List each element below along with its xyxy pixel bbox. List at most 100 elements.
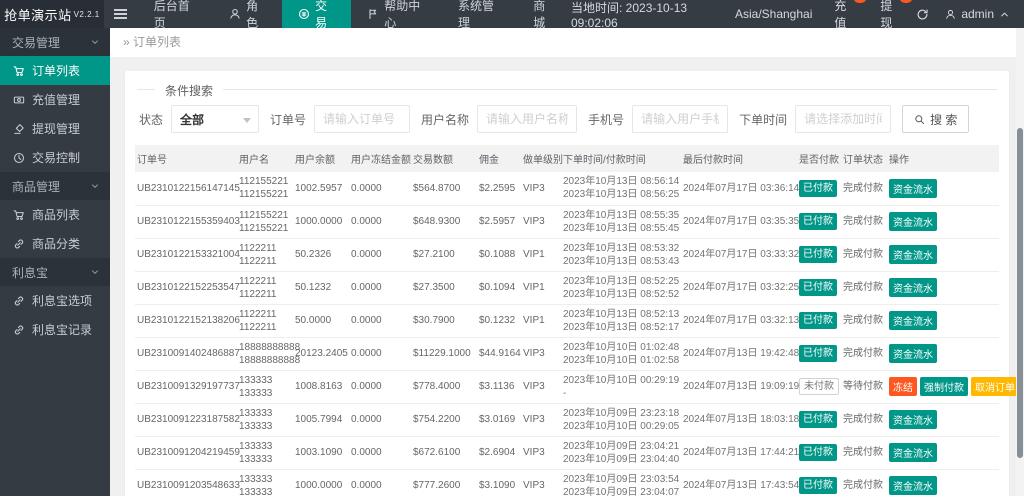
status-select[interactable]: 全部 bbox=[171, 105, 260, 133]
cell-user-name: 112155221 112155221 bbox=[237, 205, 293, 239]
cell-order-no: UB2310122153321004 bbox=[135, 238, 240, 272]
cell-order-status: 完成付款 bbox=[841, 271, 887, 305]
table-row: UB2310122152253547 1122211 1122211 50.1232 0… bbox=[135, 271, 999, 305]
action-button[interactable]: 取消订单 bbox=[971, 377, 1019, 396]
sidebar-item-0-0[interactable]: 订单列表 bbox=[0, 56, 110, 85]
nav-item-2[interactable]: 交易 bbox=[282, 0, 352, 30]
sidebar-item-0-3[interactable]: 交易控制 bbox=[0, 143, 110, 172]
pay-status-badge: 已付款 bbox=[799, 411, 837, 428]
cell-last-pay-time: 2024年07月13日 17:44:21 bbox=[681, 436, 799, 470]
cell-order-time: 2023年10月13日 08:55:35 2023年10月13日 08:55:45 bbox=[561, 205, 681, 239]
user-menu[interactable]: admin bbox=[945, 7, 1010, 21]
cell-order-status: 等待付款 bbox=[841, 370, 887, 404]
cell-frozen: 0.0000 bbox=[349, 403, 411, 437]
cell-pay-status: 已付款 bbox=[797, 403, 841, 437]
pay-status-badge: 已付款 bbox=[799, 444, 837, 461]
scrollbar-thumb[interactable] bbox=[1017, 128, 1023, 458]
cell-commission: $0.1094 bbox=[477, 271, 521, 305]
sidebar-group-1[interactable]: 商品管理 bbox=[0, 172, 110, 200]
table-row: UB2310122152138206 1122211 1122211 50.0000 0… bbox=[135, 304, 999, 338]
cell-frozen: 0.0000 bbox=[349, 436, 411, 470]
scrollbar[interactable] bbox=[1016, 28, 1024, 496]
sidebar-item-1-0[interactable]: 商品列表 bbox=[0, 200, 110, 229]
cell-user-name: 133333 133333 bbox=[237, 469, 293, 496]
cell-order-status: 完成付款 bbox=[841, 172, 887, 206]
action-button[interactable]: 强制付款 bbox=[920, 377, 968, 396]
search-button[interactable]: 搜 索 bbox=[902, 105, 970, 133]
cart-icon bbox=[13, 65, 25, 77]
cell-commission: $2.5957 bbox=[477, 205, 521, 239]
sidebar-group-0[interactable]: 交易管理 bbox=[0, 28, 110, 56]
phone-input[interactable] bbox=[632, 105, 729, 133]
action-button[interactable]: 资金流水 bbox=[889, 311, 937, 330]
cell-commission: $3.0169 bbox=[477, 403, 521, 437]
cell-level: VIP3 bbox=[521, 436, 561, 470]
action-button[interactable]: 资金流水 bbox=[889, 245, 937, 264]
sidebar-item-1-1[interactable]: 商品分类 bbox=[0, 229, 110, 258]
cell-level: VIP3 bbox=[521, 205, 561, 239]
cell-actions: 资金流水 bbox=[887, 205, 999, 239]
cell-amount: $672.6100 bbox=[411, 436, 477, 470]
menu-toggle-icon[interactable] bbox=[104, 0, 138, 28]
column-header: 下单时间/付款时间 bbox=[561, 145, 681, 172]
cell-amount: $564.8700 bbox=[411, 172, 477, 206]
pay-status-badge: 已付款 bbox=[799, 246, 837, 263]
cell-pay-status: 已付款 bbox=[797, 304, 841, 338]
local-time: 当地时间: 2023-10-13 09:02:06 bbox=[571, 0, 688, 30]
cell-last-pay-time: 2024年07月13日 17:43:54 bbox=[681, 469, 799, 496]
pay-status-badge: 未付款 bbox=[799, 378, 839, 395]
cell-user-name: 1122211 1122211 bbox=[237, 238, 293, 272]
cell-pay-status: 已付款 bbox=[797, 238, 841, 272]
search-fieldset: 条件搜索 状态 全部 订单号 用户名称 bbox=[137, 82, 997, 133]
action-button[interactable]: 资金流水 bbox=[889, 344, 937, 363]
cell-order-status: 完成付款 bbox=[841, 304, 887, 338]
refresh-icon[interactable] bbox=[916, 8, 929, 21]
cell-order-no: UB2310122156147145 bbox=[135, 172, 240, 206]
caret-down-icon bbox=[243, 118, 252, 123]
action-button[interactable]: 资金流水 bbox=[889, 212, 937, 231]
user-name-input[interactable] bbox=[477, 105, 578, 133]
cell-level: VIP3 bbox=[521, 403, 561, 437]
cell-commission: $3.1136 bbox=[477, 370, 521, 404]
breadcrumb: » 订单列表 bbox=[110, 28, 1024, 57]
action-button[interactable]: 资金流水 bbox=[889, 178, 937, 198]
cell-amount: $27.2100 bbox=[411, 238, 477, 272]
quick-item-0[interactable]: 充值 3 bbox=[834, 0, 868, 31]
cell-balance: 50.0000 bbox=[293, 304, 349, 338]
nav-item-4[interactable]: 系统管理 bbox=[442, 0, 517, 30]
nav-item-1[interactable]: 角色 bbox=[213, 0, 282, 30]
order-no-input[interactable] bbox=[314, 105, 411, 133]
cell-user-name: 133333 133333 bbox=[237, 436, 293, 470]
sidebar-item-label: 商品分类 bbox=[32, 237, 81, 251]
nav-item-label: 角色 bbox=[246, 0, 259, 30]
order-time-input[interactable] bbox=[795, 105, 892, 133]
brand-version: V2.2.1 bbox=[73, 9, 100, 19]
cell-commission: $2.2595 bbox=[477, 172, 521, 206]
action-button[interactable]: 资金流水 bbox=[889, 410, 937, 429]
withdraw-icon bbox=[13, 123, 25, 135]
sidebar-item-2-1[interactable]: 利息宝记录 bbox=[0, 315, 110, 344]
cell-order-time: 2023年10月13日 08:56:14 2023年10月13日 08:56:25 bbox=[561, 172, 681, 206]
sidebar-group-2[interactable]: 利息宝 bbox=[0, 258, 110, 286]
cell-frozen: 0.0000 bbox=[349, 172, 411, 206]
sidebar-item-2-0[interactable]: 利息宝选项 bbox=[0, 286, 110, 315]
cell-commission: $2.6904 bbox=[477, 436, 521, 470]
cell-balance: 50.1232 bbox=[293, 271, 349, 305]
sidebar-item-0-1[interactable]: 充值管理 bbox=[0, 85, 110, 114]
cell-amount: $778.4000 bbox=[411, 370, 477, 404]
action-button[interactable]: 资金流水 bbox=[889, 443, 937, 462]
sidebar-item-0-2[interactable]: 提现管理 bbox=[0, 114, 110, 143]
cell-commission: $0.1232 bbox=[477, 304, 521, 338]
status-select-value: 全部 bbox=[180, 112, 205, 127]
cell-user-name: 1122211 1122211 bbox=[237, 304, 293, 338]
action-button[interactable]: 资金流水 bbox=[889, 476, 937, 495]
order-time-label: 下单时间 bbox=[739, 112, 788, 127]
action-button[interactable]: 资金流水 bbox=[889, 278, 937, 297]
action-button[interactable]: 冻结 bbox=[889, 377, 917, 396]
nav-item-0[interactable]: 后台首页 bbox=[138, 0, 213, 30]
cell-actions: 资金流水 bbox=[887, 238, 999, 272]
nav-item-3[interactable]: 帮助中心 bbox=[351, 0, 442, 30]
nav-item-5[interactable]: 商城 bbox=[517, 0, 571, 30]
cell-order-status: 完成付款 bbox=[841, 337, 887, 371]
quick-item-1[interactable]: 提现 0 bbox=[880, 0, 914, 31]
